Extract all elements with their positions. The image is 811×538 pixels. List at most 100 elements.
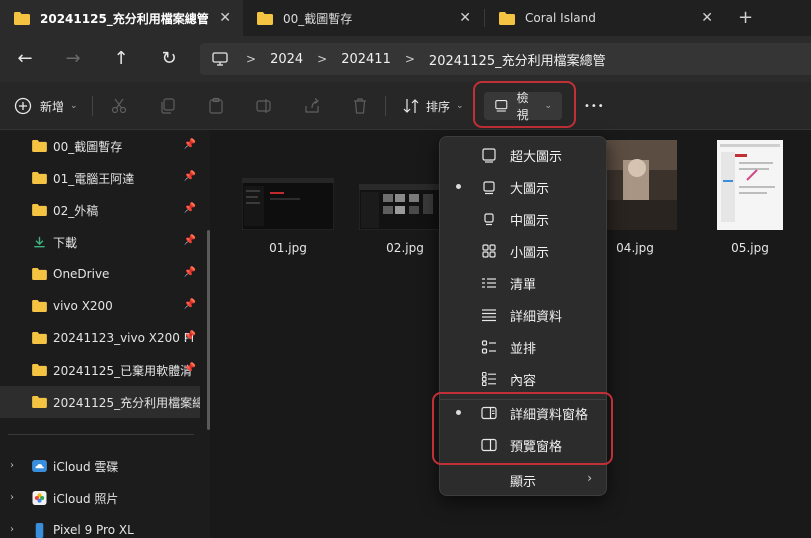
pane-options-highlight <box>432 392 613 465</box>
sidebar-item-vivo-x200[interactable]: vivo X200 📌 <box>0 290 200 322</box>
close-icon[interactable]: ✕ <box>219 10 231 26</box>
breadcrumb-item-current[interactable]: 20241125_充分利用檔案總管 <box>429 50 606 69</box>
sidebar-item-label: 02_外稿 <box>53 203 99 218</box>
menu-item-details[interactable]: 詳細資料 <box>440 299 606 331</box>
sidebar-item-label: iCloud 雲碟 <box>53 459 119 474</box>
toolbar-divider <box>385 96 386 116</box>
folder-icon <box>14 11 30 25</box>
breadcrumb-item-2024[interactable]: 2024 <box>270 52 303 67</box>
paste-button[interactable] <box>207 92 225 120</box>
chevron-right-icon[interactable]: › <box>10 460 14 471</box>
sidebar-item-computer-king[interactable]: 01_電腦王阿達 📌 <box>0 162 200 194</box>
clipboard-icon <box>209 97 223 114</box>
folder-icon <box>499 11 515 25</box>
share-button[interactable] <box>303 92 321 120</box>
tab-label: Coral Island <box>525 11 596 25</box>
pin-icon: 📌 <box>183 139 196 150</box>
menu-item-tiles[interactable]: 並排 <box>440 331 606 363</box>
breadcrumb-separator[interactable]: > <box>246 52 256 66</box>
sidebar-item-label: 20241125_已棄用軟體清 <box>53 363 193 378</box>
menu-item-label: 顯示 <box>510 475 537 490</box>
copy-button[interactable] <box>159 92 177 120</box>
sidebar-item-label: iCloud 照片 <box>53 491 119 506</box>
rename-button[interactable] <box>255 92 273 120</box>
scissors-icon <box>111 98 127 114</box>
sidebar-item-icloud-photos[interactable]: › iCloud 照片 <box>0 482 200 514</box>
sidebar-item-label: 下載 <box>53 235 78 250</box>
computer-icon <box>212 52 228 66</box>
file-name: 05.jpg <box>731 241 769 255</box>
sidebar-item-label: 01_電腦王阿達 <box>53 171 135 186</box>
refresh-button[interactable]: ↻ <box>155 46 183 72</box>
image-thumbnail <box>717 140 783 230</box>
menu-item-label: 小圖示 <box>510 246 550 261</box>
menu-item-label: 大圖示 <box>510 182 550 197</box>
file-item[interactable]: 02.jpg <box>358 183 452 255</box>
back-button[interactable]: ← <box>11 46 39 72</box>
sidebar-item-deprecated-software[interactable]: 20241125_已棄用軟體清 📌 <box>0 354 200 386</box>
forward-button[interactable]: → <box>59 46 87 72</box>
breadcrumb-separator[interactable]: > <box>317 52 327 66</box>
navigation-pane: 00_截圖暫存 📌 01_電腦王阿達 📌 02_外稿 📌 下載 📌 OneDri… <box>0 130 210 538</box>
sidebar-item-pixel-9-pro-xl[interactable]: › Pixel 9 Pro XL <box>0 514 200 538</box>
large-icons-icon <box>483 181 495 195</box>
close-icon[interactable]: ✕ <box>701 10 713 26</box>
folder-icon <box>32 172 47 184</box>
menu-item-small-icons[interactable]: 小圖示 <box>440 235 606 267</box>
sidebar-item-icloud-drive[interactable]: › iCloud 雲碟 <box>0 450 200 482</box>
tab-20241125[interactable]: 20241125_充分利用檔案總管 ✕ <box>0 0 243 36</box>
icloud-photos-icon <box>32 491 47 505</box>
extra-large-icons-icon <box>482 148 496 163</box>
menu-item-show[interactable]: 顯示 › <box>440 464 606 496</box>
menu-item-label: 並排 <box>510 342 537 357</box>
selected-indicator <box>456 184 461 189</box>
address-bar[interactable]: > 2024 > 202411 > 20241125_充分利用檔案總管 <box>200 43 811 75</box>
breadcrumb-item-202411[interactable]: 202411 <box>341 52 391 67</box>
tab-00-screenshots[interactable]: 00_截圖暫存 ✕ <box>243 0 483 36</box>
menu-item-extra-large-icons[interactable]: 超大圖示 <box>440 139 606 171</box>
chevron-right-icon[interactable]: › <box>10 524 14 535</box>
menu-item-medium-icons[interactable]: 中圖示 <box>440 203 606 235</box>
sidebar-item-label: 20241125_充分利用檔案總管 <box>53 395 200 410</box>
sidebar-item-onedrive[interactable]: OneDrive 📌 <box>0 258 200 290</box>
sidebar-scrollbar[interactable] <box>207 230 210 430</box>
sidebar-item-current-folder[interactable]: 20241125_充分利用檔案總管 <box>0 386 200 418</box>
view-button-highlight <box>473 81 576 128</box>
image-thumbnail <box>241 177 335 231</box>
menu-item-label: 中圖示 <box>510 214 550 229</box>
folder-icon <box>32 396 47 408</box>
more-options-button[interactable]: ••• <box>584 92 605 120</box>
tab-label: 00_截圖暫存 <box>283 11 353 26</box>
sidebar-item-label: vivo X200 <box>53 299 113 313</box>
folder-icon <box>32 140 47 152</box>
sidebar-item-external[interactable]: 02_外稿 📌 <box>0 194 200 226</box>
sidebar-item-vivo-x200-pro[interactable]: 20241123_vivo X200 Pro 📌 <box>0 322 200 354</box>
breadcrumb-separator[interactable]: > <box>405 52 415 66</box>
list-icon <box>482 278 496 288</box>
sort-button[interactable]: 排序 ⌄ <box>402 92 464 120</box>
download-icon <box>34 236 45 248</box>
tab-coral-island[interactable]: Coral Island ✕ <box>485 0 725 36</box>
menu-item-content[interactable]: 內容 <box>440 363 606 395</box>
menu-item-large-icons[interactable]: 大圖示 <box>440 171 606 203</box>
new-tab-button[interactable]: + <box>738 7 753 28</box>
chevron-down-icon: ⌄ <box>70 101 78 111</box>
cut-button[interactable] <box>110 92 128 120</box>
menu-item-label: 內容 <box>510 374 537 389</box>
toolbar-divider <box>92 96 93 116</box>
menu-item-list[interactable]: 清單 <box>440 267 606 299</box>
file-item[interactable]: 01.jpg <box>241 177 335 255</box>
pin-icon: 📌 <box>183 171 196 182</box>
delete-button[interactable] <box>351 92 369 120</box>
sidebar-item-screenshots[interactable]: 00_截圖暫存 📌 <box>0 130 200 162</box>
pin-icon: 📌 <box>183 299 196 310</box>
pin-icon: 📌 <box>183 331 196 342</box>
chevron-right-icon[interactable]: › <box>10 492 14 503</box>
file-name: 02.jpg <box>386 241 424 255</box>
file-item[interactable]: 05.jpg <box>716 140 784 255</box>
image-thumbnail <box>358 183 452 231</box>
close-icon[interactable]: ✕ <box>459 10 471 26</box>
sidebar-item-downloads[interactable]: 下載 📌 <box>0 226 200 258</box>
new-button[interactable]: 新增 ⌄ <box>14 92 78 120</box>
up-button[interactable]: ↑ <box>107 46 135 72</box>
